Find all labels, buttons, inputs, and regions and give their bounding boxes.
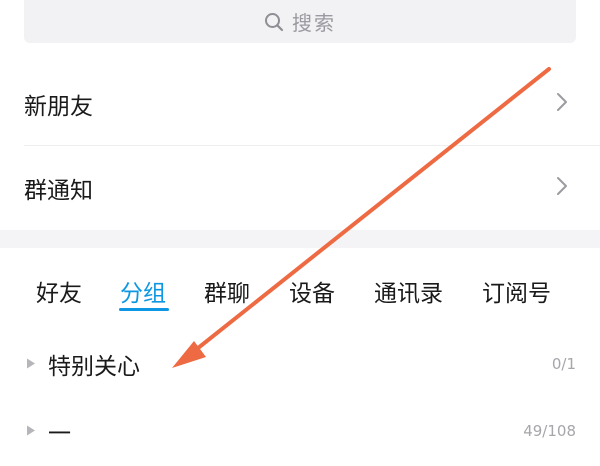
group-notice-label: 群通知 [24, 178, 93, 204]
chevron-right-icon [556, 176, 568, 200]
group-row-one[interactable]: 一 49/108 [0, 396, 600, 466]
new-friends-label: 新朋友 [24, 94, 93, 120]
expand-triangle-icon [26, 422, 36, 441]
search-placeholder: 搜索 [292, 11, 336, 35]
new-friends-item[interactable]: 新朋友 [0, 62, 600, 146]
section-separator [0, 230, 600, 248]
group-count: 49/108 [523, 422, 576, 440]
expand-triangle-icon [26, 355, 36, 374]
search-input[interactable]: 搜索 [24, 0, 576, 43]
group-name: 特别关心 [48, 354, 140, 380]
tab-friends[interactable]: 好友 [36, 274, 82, 308]
tab-address-book[interactable]: 通讯录 [374, 274, 443, 308]
active-tab-indicator [119, 308, 169, 311]
group-count: 0/1 [551, 355, 576, 373]
tab-devices[interactable]: 设备 [289, 274, 335, 308]
search-icon [264, 12, 284, 32]
tab-subscriptions[interactable]: 订阅号 [482, 274, 551, 308]
group-row-special-care[interactable]: 特别关心 0/1 [0, 329, 600, 399]
contact-tabs: 好友 分组 群聊 设备 通讯录 订阅号 [0, 248, 600, 320]
tab-groups[interactable]: 分组 [120, 274, 166, 308]
group-name: 一 [48, 421, 71, 447]
group-notice-item[interactable]: 群通知 [0, 146, 600, 230]
tab-group-chats[interactable]: 群聊 [204, 274, 250, 308]
chevron-right-icon [556, 92, 568, 116]
search-bar-container: 搜索 [0, 0, 600, 67]
